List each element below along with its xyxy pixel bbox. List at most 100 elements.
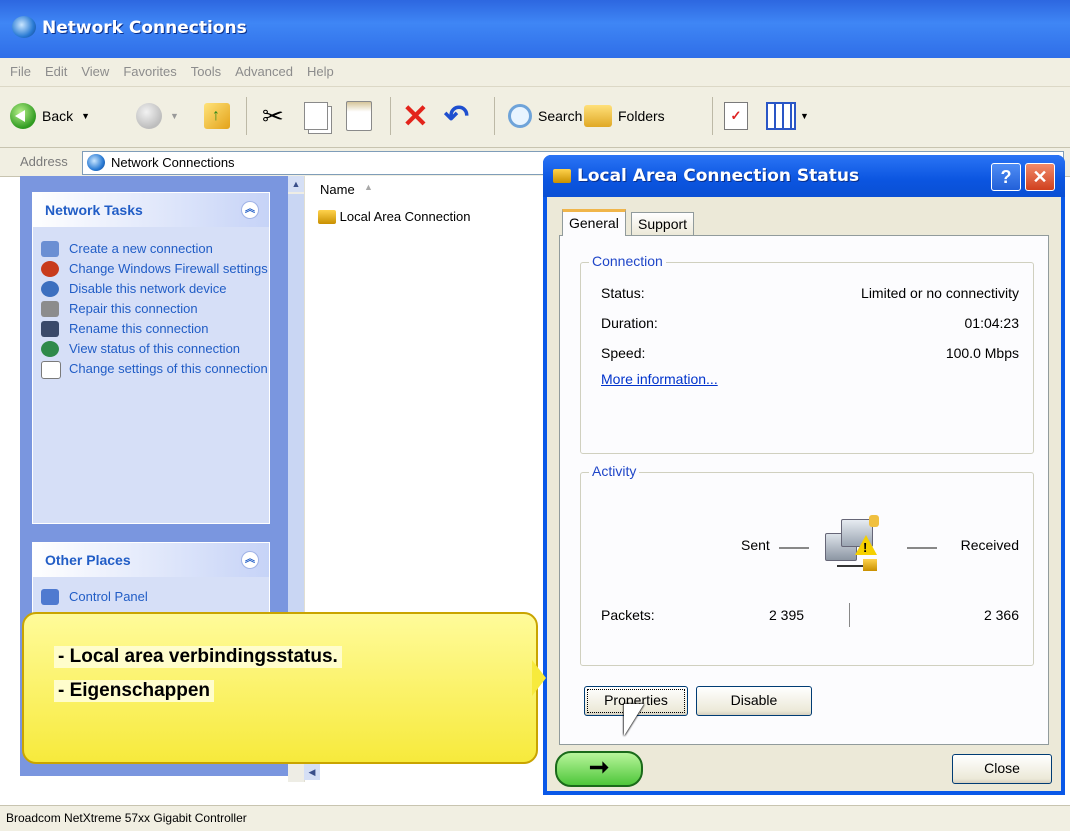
new-connection-icon bbox=[41, 241, 59, 257]
views-button[interactable]: ▼ bbox=[766, 99, 809, 133]
task-view-status[interactable]: View status of this connection bbox=[33, 341, 269, 357]
change-settings-icon bbox=[41, 361, 61, 379]
chevron-down-icon: ▼ bbox=[81, 111, 91, 121]
task-create-connection[interactable]: Create a new connection bbox=[33, 241, 269, 257]
rename-icon bbox=[41, 321, 59, 337]
back-button[interactable]: Back ▼ bbox=[10, 99, 90, 133]
status-bar-text: Broadcom NetXtreme 57xx Gigabit Controll… bbox=[6, 811, 247, 825]
paste-button[interactable] bbox=[346, 99, 372, 133]
menu-tools[interactable]: Tools bbox=[191, 64, 221, 79]
properties-toolbar-button[interactable]: ✓ bbox=[724, 99, 748, 133]
task-repair-connection[interactable]: Repair this connection bbox=[33, 301, 269, 317]
control-panel-icon bbox=[41, 589, 59, 605]
other-places-header[interactable]: Other Places ︽ bbox=[33, 543, 269, 577]
next-arrow-button[interactable]: ➞ bbox=[555, 751, 643, 787]
menu-advanced[interactable]: Advanced bbox=[235, 64, 293, 79]
task-label: Change Windows Firewall settings bbox=[69, 261, 268, 276]
task-label: Rename this connection bbox=[69, 321, 209, 336]
task-label: Disable this network device bbox=[69, 281, 227, 296]
firewall-icon bbox=[41, 261, 59, 277]
menu-view[interactable]: View bbox=[81, 64, 109, 79]
sort-ascending-icon: ▲ bbox=[364, 182, 373, 192]
scroll-up-icon[interactable]: ▲ bbox=[288, 176, 304, 192]
tab-general[interactable]: General bbox=[562, 209, 626, 236]
up-folder-button[interactable]: ↑ bbox=[204, 99, 230, 133]
connection-status-dialog: Local Area Connection Status ? ✕ General… bbox=[543, 155, 1065, 795]
search-icon bbox=[508, 104, 532, 128]
dialog-body: General Support Connection Status: Limit… bbox=[547, 197, 1061, 791]
copy-button[interactable] bbox=[304, 99, 328, 133]
tab-page: Connection Status: Limited or no connect… bbox=[559, 235, 1049, 745]
status-value: Limited or no connectivity bbox=[861, 285, 1019, 301]
name-column-header[interactable]: Name ▲ bbox=[310, 178, 546, 200]
undo-button[interactable]: ↶ bbox=[444, 99, 469, 133]
network-connections-icon bbox=[87, 154, 105, 171]
local-area-connection-item[interactable]: Local Area Connection bbox=[318, 208, 470, 226]
views-grid-icon bbox=[766, 102, 796, 130]
menu-edit[interactable]: Edit bbox=[45, 64, 67, 79]
folders-label: Folders bbox=[618, 108, 665, 124]
task-label: View status of this connection bbox=[69, 341, 241, 356]
close-button[interactable]: Close bbox=[952, 754, 1052, 784]
delete-button[interactable]: ✕ bbox=[402, 98, 429, 134]
task-change-settings[interactable]: Change settings of this connection bbox=[33, 361, 269, 379]
folders-button[interactable]: Folders bbox=[584, 99, 665, 133]
view-status-icon bbox=[41, 341, 59, 357]
received-label: Received bbox=[960, 537, 1019, 553]
collapse-icon[interactable]: ︽ bbox=[241, 201, 259, 219]
back-label: Back bbox=[42, 108, 74, 124]
window-title-bar: Network Connections bbox=[0, 0, 1070, 58]
address-label: Address bbox=[20, 154, 68, 169]
disable-button[interactable]: Disable bbox=[696, 686, 812, 716]
place-label: Control Panel bbox=[69, 589, 148, 604]
local-area-connection-label: Local Area Connection bbox=[339, 209, 471, 225]
more-information-link[interactable]: More information... bbox=[601, 371, 718, 387]
task-firewall-settings[interactable]: Change Windows Firewall settings bbox=[33, 261, 269, 277]
close-button-label: Close bbox=[984, 760, 1020, 776]
menu-help[interactable]: Help bbox=[307, 64, 334, 79]
network-connections-icon bbox=[12, 16, 36, 38]
disable-button-label: Disable bbox=[730, 692, 778, 708]
speed-label: Speed: bbox=[601, 345, 646, 361]
chevron-down-icon: ▼ bbox=[170, 111, 179, 121]
folder-icon bbox=[584, 105, 612, 127]
network-tasks-title: Network Tasks bbox=[45, 202, 143, 218]
cut-button[interactable]: ✂ bbox=[262, 99, 284, 133]
tutorial-callout: - Local area verbindingsstatus. - Eigens… bbox=[22, 612, 538, 764]
network-tasks-box: Network Tasks ︽ Create a new connection … bbox=[32, 192, 270, 524]
close-window-button[interactable]: ✕ bbox=[1025, 163, 1055, 191]
tab-general-label: General bbox=[569, 215, 619, 231]
help-button[interactable]: ? bbox=[991, 163, 1021, 191]
speed-value: 100.0 Mbps bbox=[945, 345, 1019, 361]
menu-file[interactable]: File bbox=[10, 64, 31, 79]
undo-icon: ↶ bbox=[444, 99, 470, 133]
duration-value: 01:04:23 bbox=[964, 315, 1020, 331]
packets-label: Packets: bbox=[601, 607, 655, 623]
task-disable-device[interactable]: Disable this network device bbox=[33, 281, 269, 297]
tab-support[interactable]: Support bbox=[631, 212, 695, 235]
toolbar: Back ▼ ▼ ↑ ✂ ✕ ↶ Search Folders ✓ ▼ bbox=[0, 87, 1070, 148]
callout-line-2: - Eigenschappen bbox=[54, 680, 215, 702]
search-label: Search bbox=[538, 108, 583, 124]
search-button[interactable]: Search bbox=[508, 99, 582, 133]
scroll-left-icon[interactable]: ◀ bbox=[304, 764, 320, 780]
network-tasks-header[interactable]: Network Tasks ︽ bbox=[33, 193, 269, 227]
right-arrow-icon: ➞ bbox=[588, 754, 610, 781]
connection-legend: Connection bbox=[589, 253, 666, 269]
forward-button[interactable]: ▼ bbox=[136, 99, 179, 133]
network-plug-icon bbox=[553, 169, 571, 183]
close-icon: ✕ bbox=[1032, 167, 1048, 187]
callout-line-1: - Local area verbindingsstatus. bbox=[54, 646, 342, 668]
network-cable-icon bbox=[318, 209, 336, 224]
menu-bar: File Edit View Favorites Tools Advanced Help bbox=[0, 58, 1070, 87]
back-arrow-icon bbox=[10, 103, 36, 129]
repair-icon bbox=[41, 301, 59, 317]
task-label: Repair this connection bbox=[69, 301, 198, 316]
checklist-icon: ✓ bbox=[724, 102, 748, 130]
callout-pointer bbox=[532, 660, 546, 696]
place-control-panel[interactable]: Control Panel bbox=[33, 589, 269, 605]
collapse-icon[interactable]: ︽ bbox=[241, 551, 259, 569]
name-column-label: Name bbox=[320, 182, 355, 197]
task-rename-connection[interactable]: Rename this connection bbox=[33, 321, 269, 337]
menu-favorites[interactable]: Favorites bbox=[123, 64, 176, 79]
